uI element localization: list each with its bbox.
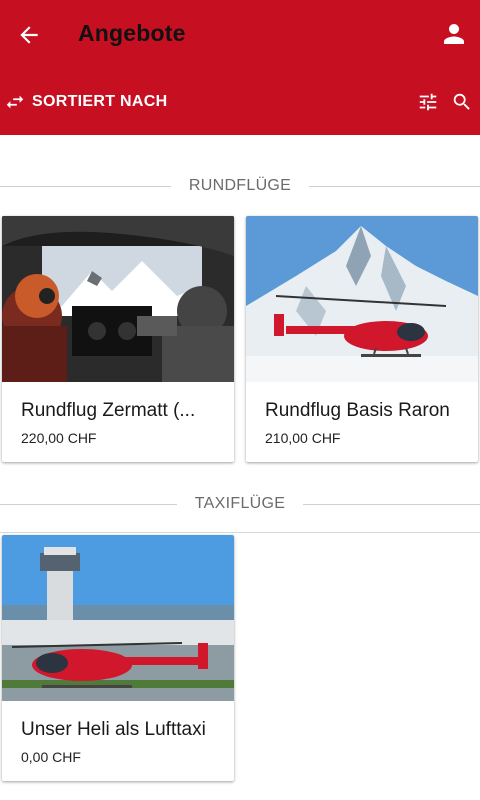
offer-price: 210,00 CHF: [265, 430, 341, 446]
arrow-back-icon: [20, 26, 38, 44]
section-divider-line: [303, 503, 480, 505]
app-bar-action-row: SORTIERT NACH: [0, 82, 480, 122]
section-header-rundfluege: RUNDFLÜGE: [0, 174, 480, 198]
app-bar-top-row: Angebote: [0, 0, 480, 70]
helicopter-airport-photo: [2, 535, 234, 701]
section-bottom-divider: [0, 532, 480, 533]
offer-price: 0,00 CHF: [21, 749, 81, 765]
swap-arrows-icon: [6, 95, 24, 109]
filter-button[interactable]: [414, 88, 442, 116]
account-button[interactable]: [436, 16, 472, 52]
offer-price: 220,00 CHF: [21, 430, 97, 446]
section-divider-line: [0, 503, 177, 505]
search-button[interactable]: [448, 88, 476, 116]
back-button[interactable]: [12, 18, 46, 52]
page-title: Angebote: [78, 20, 186, 46]
offer-card-heli-lufttaxi[interactable]: Unser Heli als Lufttaxi 0,00 CHF: [2, 535, 234, 781]
section-divider-line: [309, 185, 480, 187]
account-icon: [444, 24, 464, 44]
section-header-taxifluege: TAXIFLÜGE: [0, 492, 480, 516]
offer-card-rundflug-basis-raron[interactable]: Rundflug Basis Raron 210,00 CHF: [246, 216, 478, 462]
helicopter-mountain-photo: [246, 216, 478, 382]
offer-card-rundflug-zermatt[interactable]: Rundflug Zermatt (... 220,00 CHF: [2, 216, 234, 462]
helicopter-cockpit-photo: [2, 216, 234, 382]
section-title: TAXIFLÜGE: [194, 495, 286, 512]
offer-name: Unser Heli als Lufttaxi: [21, 719, 206, 740]
offer-name: Rundflug Basis Raron: [265, 400, 450, 421]
tune-icon: [419, 93, 437, 111]
section-divider-line: [0, 185, 171, 187]
sort-button[interactable]: SORTIERT NACH: [4, 88, 167, 116]
section-title: RUNDFLÜGE: [188, 177, 292, 194]
app-bar: Angebote SORTIERT NACH: [0, 0, 480, 135]
search-icon: [453, 93, 470, 110]
sort-label: SORTIERT NACH: [32, 93, 168, 110]
offer-name: Rundflug Zermatt (...: [21, 400, 196, 421]
